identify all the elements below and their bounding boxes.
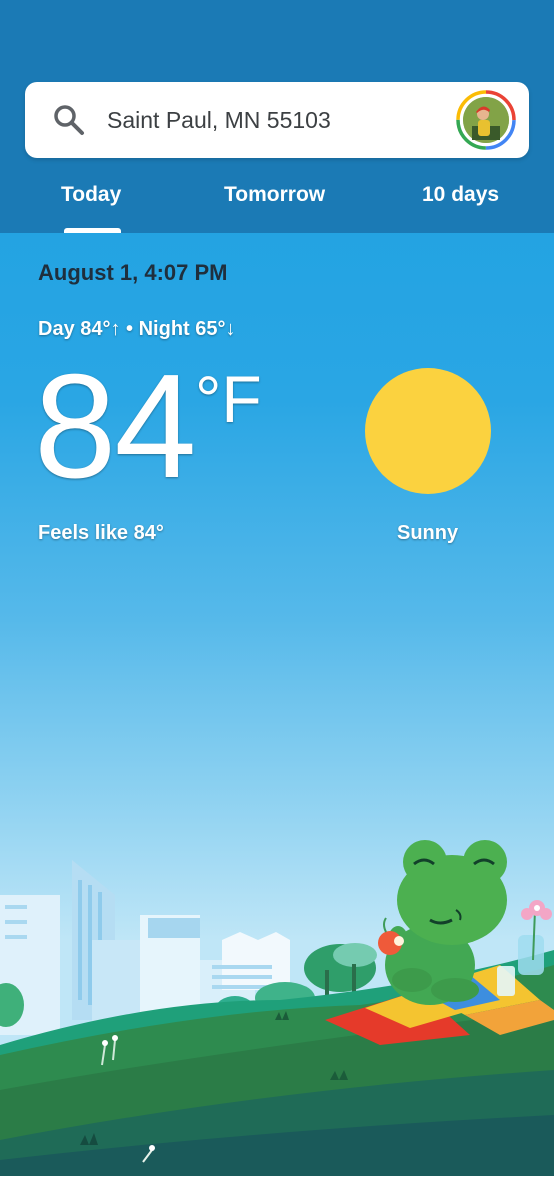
- selected-tab-indicator: [64, 228, 121, 233]
- weather-screen: Saint Paul, MN 55103 Today Tomorrow 10 d…: [0, 0, 554, 1176]
- avatar[interactable]: [456, 90, 516, 150]
- sun-icon: [365, 368, 491, 494]
- bottom-edge: [0, 1176, 554, 1200]
- current-temperature: 84: [34, 344, 197, 509]
- condition-label: Sunny: [397, 522, 459, 544]
- tab-today[interactable]: Today: [61, 180, 121, 210]
- date-time: August 1, 4:07 PM: [38, 260, 228, 285]
- picnic-scene-illustration: [0, 840, 554, 1176]
- feels-like: Feels like 84°: [38, 522, 164, 544]
- tab-10-days[interactable]: 10 days: [422, 180, 499, 210]
- search-icon[interactable]: [52, 103, 86, 137]
- day-night-temps: Day 84°↑ • Night 65°↓: [38, 318, 236, 340]
- search-location-text[interactable]: Saint Paul, MN 55103: [107, 104, 331, 136]
- tab-tomorrow[interactable]: Tomorrow: [224, 180, 325, 210]
- temperature-unit: °F: [195, 362, 262, 436]
